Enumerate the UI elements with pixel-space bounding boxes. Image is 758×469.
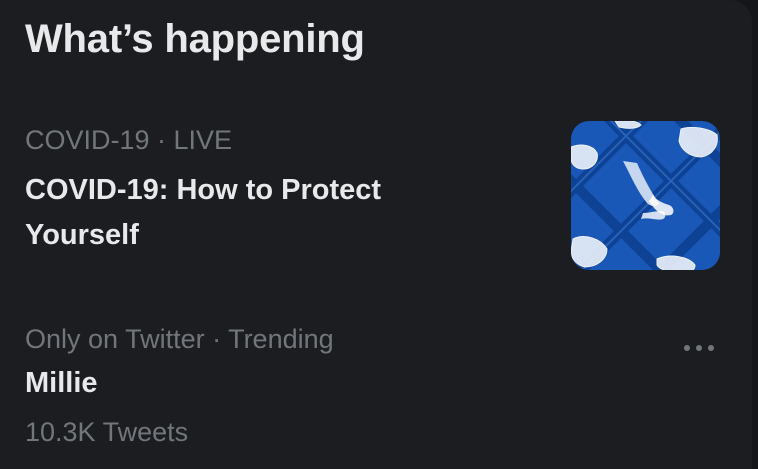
section-title: What’s happening (25, 17, 365, 61)
trend-headline: Millie (25, 367, 98, 399)
whats-happening-panel: What’s happening COVID-19 · LIVE COVID-1… (0, 0, 752, 469)
trend-context: Only on Twitter · Trending (25, 324, 334, 354)
covid-illustration (571, 121, 720, 270)
trend-thumbnail-image[interactable] (571, 121, 720, 270)
more-horizontal-icon (684, 345, 714, 351)
trend-tweet-count: 10.3K Tweets (25, 417, 189, 447)
trend-headline-line-1: COVID-19: How to Protect (25, 174, 382, 206)
trend-headline-line-2: Yourself (25, 219, 139, 251)
trend-context: COVID-19 · LIVE (25, 125, 233, 155)
more-options-button[interactable] (676, 330, 724, 366)
